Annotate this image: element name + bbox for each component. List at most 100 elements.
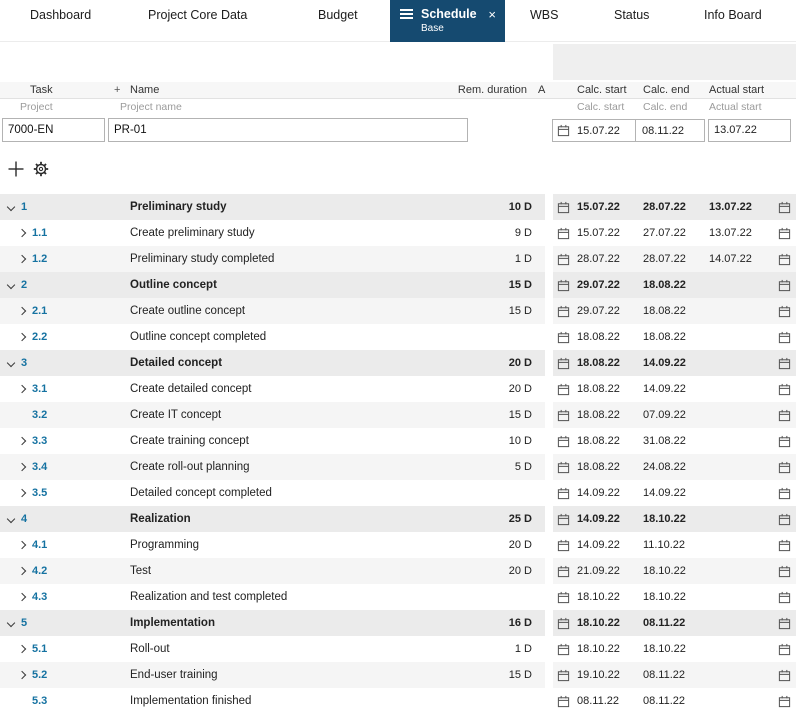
- calendar-icon[interactable]: [553, 643, 573, 656]
- calendar-icon[interactable]: [553, 435, 573, 448]
- task-rem-duration: 20 D: [508, 565, 532, 577]
- calendar-icon[interactable]: [553, 695, 573, 708]
- task-row[interactable]: 1 Preliminary study 10 D 15.07.22 28.07.…: [0, 194, 796, 220]
- calendar-icon[interactable]: [773, 487, 796, 500]
- row-expander-chevron-icon[interactable]: [5, 278, 19, 292]
- calendar-icon[interactable]: [553, 383, 573, 396]
- task-row[interactable]: 2.1 Create outline concept 15 D 29.07.22…: [0, 298, 796, 324]
- calendar-icon[interactable]: [553, 253, 573, 266]
- row-expander-chevron-icon[interactable]: [16, 330, 30, 344]
- tab-schedule-active[interactable]: Schedule × Base: [390, 0, 505, 42]
- row-expander-chevron-icon[interactable]: [5, 356, 19, 370]
- task-row[interactable]: 3.2 Create IT concept 15 D 18.08.22 07.0…: [0, 402, 796, 428]
- calendar-icon[interactable]: [773, 253, 796, 266]
- calendar-icon[interactable]: [773, 513, 796, 526]
- calendar-icon[interactable]: [553, 617, 573, 630]
- calendar-icon[interactable]: [553, 539, 573, 552]
- task-row[interactable]: 3 Detailed concept 20 D 18.08.22 14.09.2…: [0, 350, 796, 376]
- tab-status[interactable]: Status: [614, 8, 649, 22]
- calendar-icon[interactable]: [553, 305, 573, 318]
- add-column-icon[interactable]: +: [114, 82, 120, 98]
- task-row[interactable]: 4.2 Test 20 D 21.09.22 18.10.22: [0, 558, 796, 584]
- task-row[interactable]: 1.1 Create preliminary study 9 D 15.07.2…: [0, 220, 796, 246]
- calendar-icon[interactable]: [773, 617, 796, 630]
- row-expander-chevron-icon[interactable]: [16, 434, 30, 448]
- row-expander-chevron-icon[interactable]: [16, 694, 30, 708]
- tab-info-board[interactable]: Info Board: [704, 8, 762, 22]
- task-row[interactable]: 2 Outline concept 15 D 29.07.22 18.08.22: [0, 272, 796, 298]
- project-id-input[interactable]: [2, 118, 105, 142]
- hamburger-icon[interactable]: [400, 9, 413, 19]
- task-row[interactable]: 5.2 End-user training 15 D 19.10.22 08.1…: [0, 662, 796, 688]
- calendar-icon[interactable]: [773, 305, 796, 318]
- calendar-icon[interactable]: [773, 357, 796, 370]
- calendar-icon[interactable]: [553, 591, 573, 604]
- row-expander-chevron-icon[interactable]: [16, 642, 30, 656]
- row-expander-chevron-icon[interactable]: [16, 668, 30, 682]
- task-row[interactable]: 1.2 Preliminary study completed 1 D 28.0…: [0, 246, 796, 272]
- row-expander-chevron-icon[interactable]: [16, 408, 30, 422]
- pane-gap: [545, 454, 553, 480]
- calendar-icon[interactable]: [553, 487, 573, 500]
- calendar-icon[interactable]: [773, 565, 796, 578]
- calendar-icon[interactable]: [773, 331, 796, 344]
- calendar-icon[interactable]: [773, 643, 796, 656]
- row-expander-chevron-icon[interactable]: [16, 538, 30, 552]
- row-expander-chevron-icon[interactable]: [16, 486, 30, 500]
- task-row[interactable]: 4.1 Programming 20 D 14.09.22 11.10.22: [0, 532, 796, 558]
- calendar-icon[interactable]: [773, 591, 796, 604]
- task-row[interactable]: 3.1 Create detailed concept 20 D 18.08.2…: [0, 376, 796, 402]
- calendar-icon[interactable]: [773, 539, 796, 552]
- calendar-icon[interactable]: [773, 461, 796, 474]
- row-expander-chevron-icon[interactable]: [16, 226, 30, 240]
- calendar-icon[interactable]: [773, 695, 796, 708]
- calendar-icon[interactable]: [773, 201, 796, 214]
- close-icon[interactable]: ×: [488, 8, 496, 21]
- settings-gear-button[interactable]: [31, 159, 51, 179]
- task-row[interactable]: 3.5 Detailed concept completed 14.09.22 …: [0, 480, 796, 506]
- task-row[interactable]: 4.3 Realization and test completed 18.10…: [0, 584, 796, 610]
- row-expander-chevron-icon[interactable]: [16, 460, 30, 474]
- task-row[interactable]: 2.2 Outline concept completed 18.08.22 1…: [0, 324, 796, 350]
- task-row[interactable]: 5 Implementation 16 D 18.10.22 08.11.22: [0, 610, 796, 636]
- project-name-input[interactable]: [108, 118, 468, 142]
- calendar-icon[interactable]: [553, 227, 573, 240]
- task-row[interactable]: 5.3 Implementation finished 08.11.22 08.…: [0, 688, 796, 714]
- calendar-icon[interactable]: [553, 669, 573, 682]
- calendar-icon[interactable]: [553, 357, 573, 370]
- calendar-icon[interactable]: [553, 331, 573, 344]
- calendar-icon[interactable]: [773, 279, 796, 292]
- project-calc-end[interactable]: 08.11.22: [636, 125, 704, 137]
- calendar-icon[interactable]: [553, 279, 573, 292]
- tab-project-core-data[interactable]: Project Core Data: [148, 8, 247, 22]
- task-row[interactable]: 5.1 Roll-out 1 D 18.10.22 18.10.22: [0, 636, 796, 662]
- row-expander-chevron-icon[interactable]: [5, 616, 19, 630]
- calendar-icon[interactable]: [773, 669, 796, 682]
- calendar-icon[interactable]: [553, 565, 573, 578]
- project-actual-start[interactable]: 13.07.22: [708, 119, 791, 142]
- row-expander-chevron-icon[interactable]: [5, 200, 19, 214]
- calendar-icon[interactable]: [773, 435, 796, 448]
- calendar-icon[interactable]: [773, 409, 796, 422]
- tab-dashboard[interactable]: Dashboard: [30, 8, 91, 22]
- row-expander-chevron-icon[interactable]: [16, 564, 30, 578]
- row-expander-chevron-icon[interactable]: [16, 382, 30, 396]
- task-row[interactable]: 3.3 Create training concept 10 D 18.08.2…: [0, 428, 796, 454]
- calendar-icon[interactable]: [553, 124, 573, 137]
- project-calc-start[interactable]: 15.07.22: [573, 125, 635, 137]
- task-row[interactable]: 4 Realization 25 D 14.09.22 18.10.22: [0, 506, 796, 532]
- row-expander-chevron-icon[interactable]: [16, 252, 30, 266]
- calendar-icon[interactable]: [553, 409, 573, 422]
- tab-wbs[interactable]: WBS: [530, 8, 558, 22]
- calendar-icon[interactable]: [773, 383, 796, 396]
- row-expander-chevron-icon[interactable]: [5, 512, 19, 526]
- calendar-icon[interactable]: [553, 513, 573, 526]
- calendar-icon[interactable]: [553, 461, 573, 474]
- tab-budget[interactable]: Budget: [318, 8, 358, 22]
- task-row[interactable]: 3.4 Create roll-out planning 5 D 18.08.2…: [0, 454, 796, 480]
- add-task-button[interactable]: [6, 159, 26, 179]
- row-expander-chevron-icon[interactable]: [16, 304, 30, 318]
- calendar-icon[interactable]: [553, 201, 573, 214]
- row-expander-chevron-icon[interactable]: [16, 590, 30, 604]
- calendar-icon[interactable]: [773, 227, 796, 240]
